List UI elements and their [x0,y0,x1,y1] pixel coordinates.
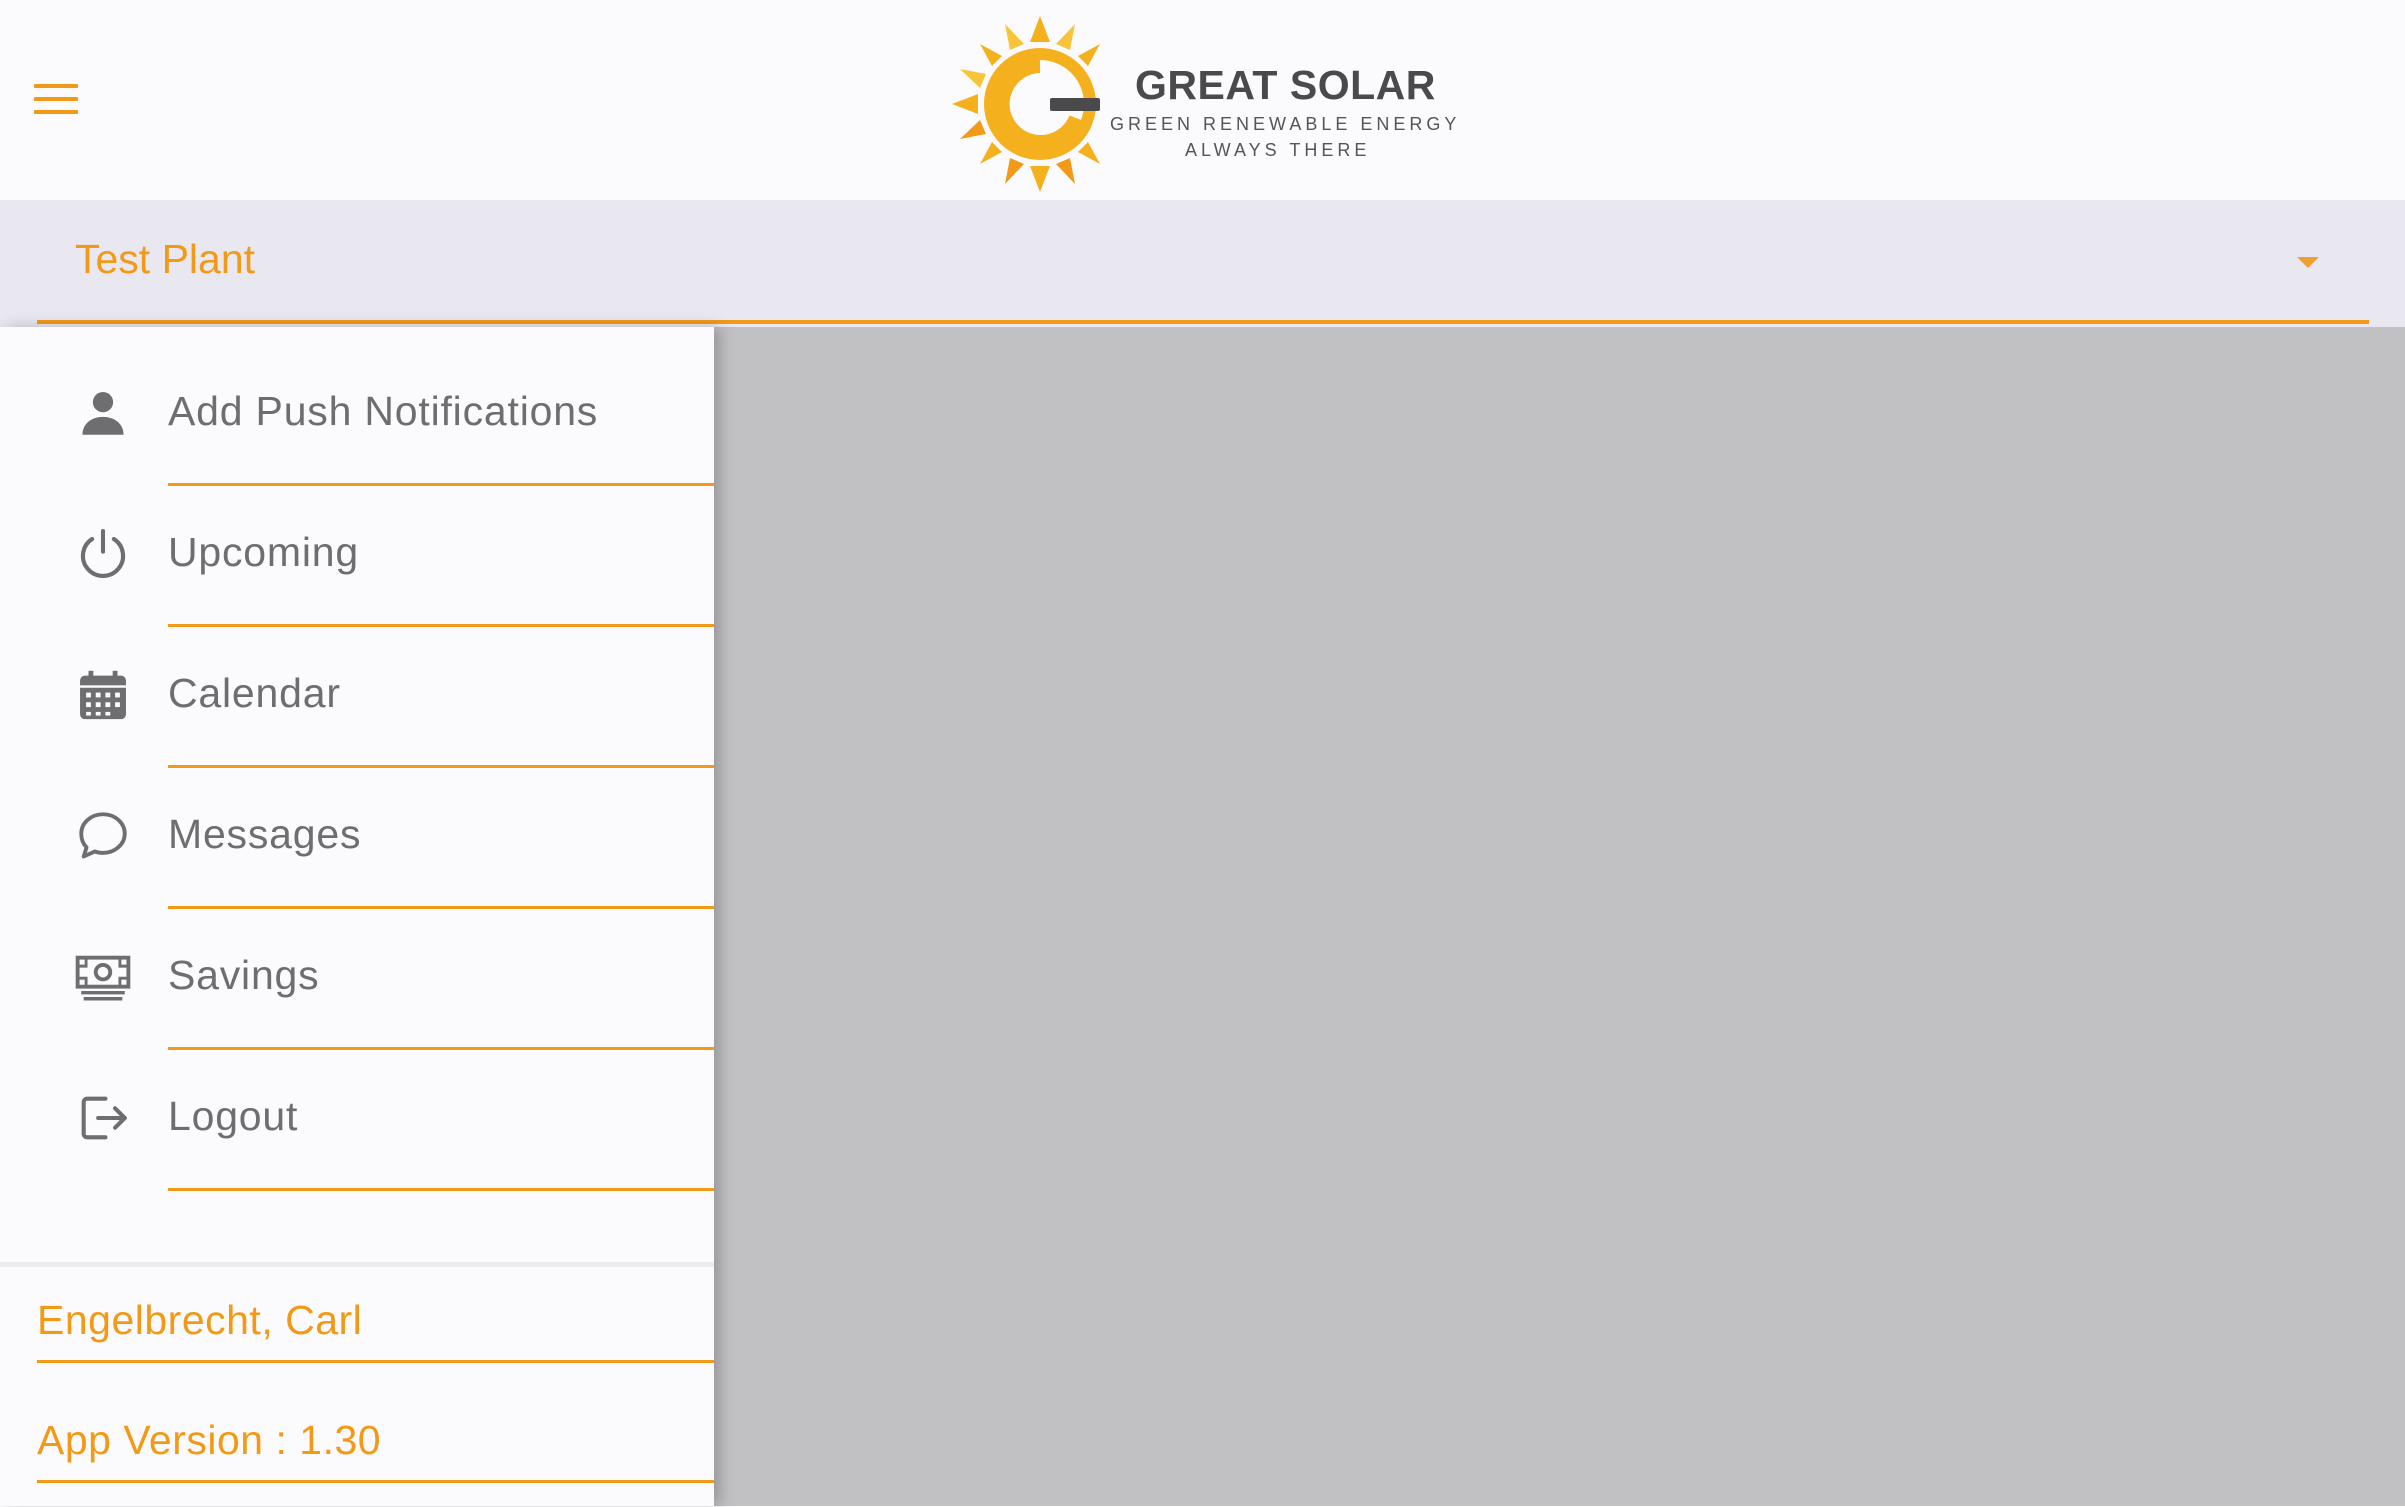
money-icon [74,948,132,1006]
menu-item-calendar[interactable]: Calendar [0,609,714,768]
person-icon [74,384,132,442]
menu-item-logout[interactable]: Logout [0,1032,714,1191]
menu-item-divider [168,1188,714,1191]
app-version-row: App Version : 1.30 [0,1387,714,1507]
caret-down-icon[interactable] [2297,257,2319,268]
side-drawer: Add Push Notifications Upcoming Calendar [0,327,714,1506]
plant-selector-value: Test Plant [75,236,256,282]
sun-logo-icon [952,16,1100,192]
menu-item-label: Messages [168,811,362,857]
drawer-backdrop[interactable] [714,327,2405,1506]
logout-icon [74,1089,132,1147]
great-solar-logo: GREAT SOLAR GREEN RENEWABLE ENERGY ALWAY… [950,14,1456,194]
logo-tagline-line1: GREEN RENEWABLE ENERGY [1110,114,1461,134]
menu-item-label: Upcoming [168,529,359,575]
plant-selector-underline [37,320,2369,324]
logo-title: GREAT SOLAR [1135,62,1436,108]
user-name: Engelbrecht, Carl [37,1297,363,1343]
menu-item-label: Logout [168,1093,299,1139]
menu-item-add-push-notifications[interactable]: Add Push Notifications [0,327,714,486]
menu-item-label: Savings [168,952,320,998]
app-version: App Version : 1.30 [37,1417,382,1463]
app-header: GREAT SOLAR GREEN RENEWABLE ENERGY ALWAY… [0,0,2405,200]
menu-item-label: Add Push Notifications [168,388,599,434]
footer-divider [37,1360,714,1363]
menu-item-messages[interactable]: Messages [0,750,714,909]
logo-tagline-line2: ALWAYS THERE [1185,140,1371,160]
menu-item-label: Calendar [168,670,341,716]
power-icon [74,525,132,583]
menu-item-savings[interactable]: Savings [0,891,714,1050]
footer-divider [37,1480,714,1483]
plant-selector[interactable]: Test Plant [0,200,2405,327]
hamburger-menu-icon[interactable] [34,84,78,116]
calendar-icon [74,666,132,724]
user-name-row: Engelbrecht, Carl [0,1267,714,1387]
menu-item-upcoming[interactable]: Upcoming [0,468,714,627]
chat-bubble-icon [74,807,132,865]
